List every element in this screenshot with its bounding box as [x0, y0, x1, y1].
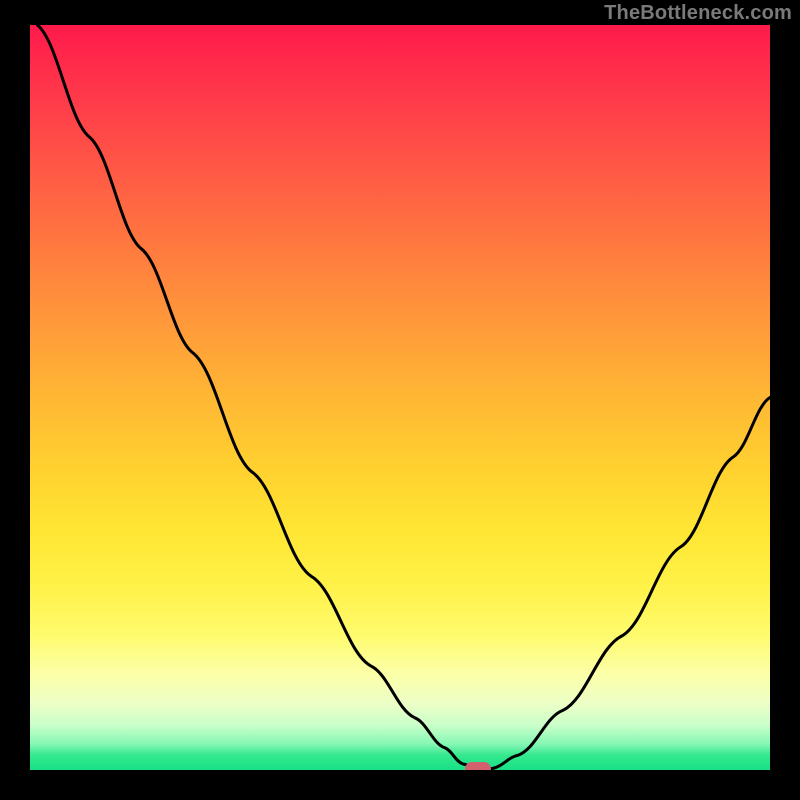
bottleneck-curve	[30, 25, 770, 770]
chart-frame: TheBottleneck.com	[0, 0, 800, 800]
optimal-marker	[465, 762, 491, 771]
plot-area	[30, 25, 770, 770]
watermark-text: TheBottleneck.com	[604, 2, 792, 25]
curve-path	[37, 25, 770, 769]
